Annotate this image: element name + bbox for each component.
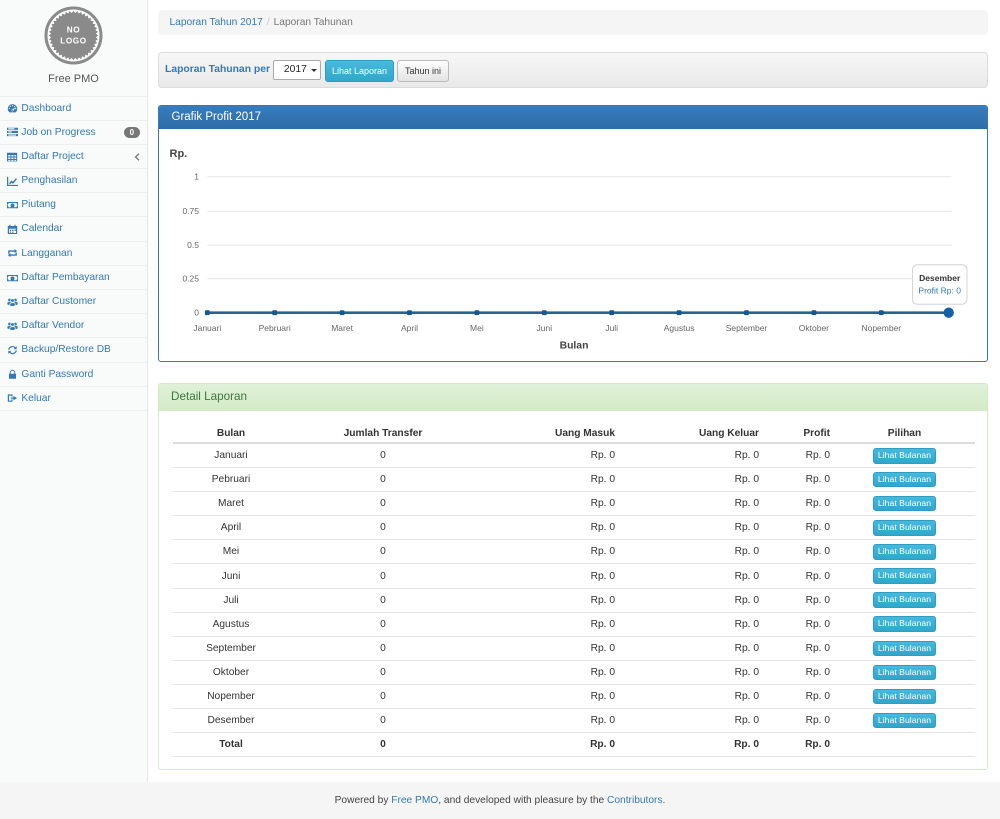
svg-text:Juli: Juli xyxy=(605,323,618,333)
svg-text:0.75: 0.75 xyxy=(182,206,199,216)
svg-text:Pebruari: Pebruari xyxy=(259,323,291,333)
svg-text:September: September xyxy=(726,323,768,333)
svg-text:Oktober: Oktober xyxy=(799,323,829,333)
svg-text:Nopember: Nopember xyxy=(861,323,901,333)
svg-text:0: 0 xyxy=(194,307,199,317)
svg-text:Agustus: Agustus xyxy=(664,323,695,333)
svg-text:Bulan: Bulan xyxy=(560,340,589,351)
svg-text:Rp.: Rp. xyxy=(170,148,188,160)
svg-text:Januari: Januari xyxy=(193,323,221,333)
svg-text:Mei: Mei xyxy=(470,323,484,333)
svg-text:Profit Rp: 0: Profit Rp: 0 xyxy=(918,285,961,295)
svg-text:NO: NO xyxy=(67,26,81,35)
svg-text:1: 1 xyxy=(194,171,199,181)
svg-text:0.25: 0.25 xyxy=(182,273,199,283)
svg-text:0.5: 0.5 xyxy=(187,240,199,250)
svg-text:LOGO: LOGO xyxy=(60,37,87,46)
svg-text:Juni: Juni xyxy=(537,323,553,333)
svg-text:Desember: Desember xyxy=(919,273,961,283)
svg-text:Maret: Maret xyxy=(331,323,353,333)
svg-text:April: April xyxy=(401,323,418,333)
